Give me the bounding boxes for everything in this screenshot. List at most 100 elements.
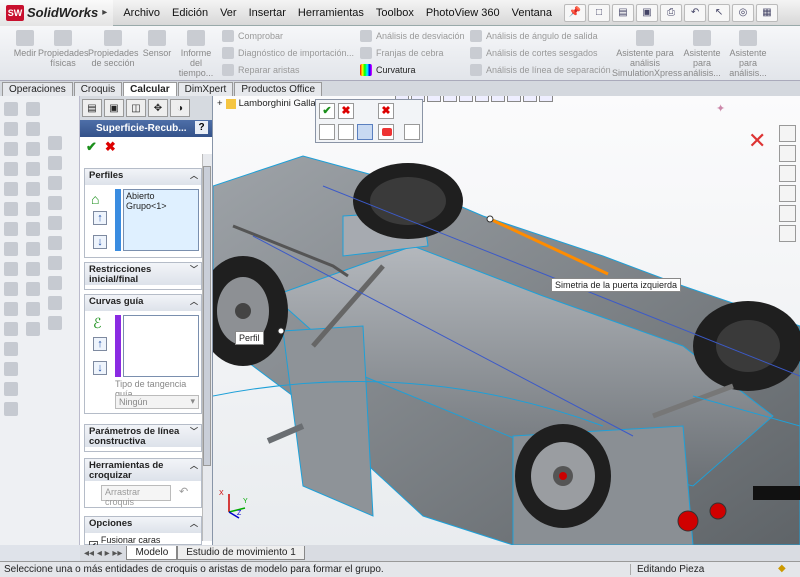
tab-modelo[interactable]: Modelo xyxy=(126,546,178,560)
curvas-list[interactable] xyxy=(123,315,199,377)
collapse-icon[interactable]: ︿ xyxy=(190,461,198,471)
custom-properties-icon[interactable] xyxy=(779,225,796,242)
home-icon[interactable] xyxy=(779,125,796,142)
tab-dimxpert[interactable]: DimXpert xyxy=(177,82,234,96)
tool-icon[interactable] xyxy=(48,256,62,270)
tab-scroll-arrows-icon[interactable]: ◂◂ ◂ ▸ ▸▸ xyxy=(80,548,126,559)
group-header-perfiles[interactable]: Perfiles ︿ xyxy=(85,169,201,185)
curve-tool-icon[interactable] xyxy=(338,124,354,140)
chevron-right-icon[interactable]: ▸ xyxy=(102,7,107,18)
analysis-wizard-button-1[interactable]: Asistente para análisis... xyxy=(678,30,726,78)
tool-icon[interactable] xyxy=(4,122,18,136)
tag-icon[interactable]: ◆ xyxy=(778,563,786,574)
tool-icon[interactable] xyxy=(48,156,62,170)
collapse-icon[interactable]: ︿ xyxy=(190,519,198,529)
arrastrar-croquis-button[interactable]: Arrastrar croquis xyxy=(101,485,171,507)
tab-motion-study[interactable]: Estudio de movimiento 1 xyxy=(177,546,305,560)
menu-edicion[interactable]: Edición xyxy=(166,7,214,19)
tool-icon[interactable] xyxy=(4,222,18,236)
undo-icon[interactable]: ↶ xyxy=(179,485,188,498)
tool-icon[interactable] xyxy=(48,316,62,330)
previous-view-icon[interactable] xyxy=(427,96,441,102)
section-properties-button[interactable]: Propiedades de sección xyxy=(88,30,139,68)
rectangle-tool-icon[interactable] xyxy=(319,124,335,140)
section-view-icon[interactable] xyxy=(443,96,457,102)
group-header-parametros[interactable]: Parámetros de línea constructiva ﹀ xyxy=(85,425,201,447)
tool-icon[interactable] xyxy=(26,182,40,196)
stop-tool-icon[interactable] xyxy=(378,124,394,140)
group-header-opciones[interactable]: Opciones ︿ xyxy=(85,517,201,533)
tool-icon[interactable] xyxy=(26,202,40,216)
ok-icon[interactable]: ✔ xyxy=(319,103,335,119)
options-icon[interactable]: ▦ xyxy=(756,3,779,22)
tool-icon[interactable] xyxy=(4,362,18,376)
perfiles-list[interactable]: Abierto Grupo<1> xyxy=(123,189,199,251)
menu-photoview[interactable]: PhotoView 360 xyxy=(420,7,506,19)
expand-icon[interactable]: ﹀ xyxy=(190,427,198,437)
tool-icon[interactable] xyxy=(26,322,40,336)
select-icon[interactable]: ↖ xyxy=(708,3,731,22)
simulationxpress-button[interactable]: Asistente para análisis SimulationXpress xyxy=(612,30,682,78)
tool-icon[interactable] xyxy=(4,102,18,116)
library-icon[interactable] xyxy=(779,145,796,162)
performance-report-button[interactable]: Informe del tiempo... xyxy=(174,30,218,78)
tool-icon[interactable] xyxy=(26,122,40,136)
tool-icon[interactable] xyxy=(48,136,62,150)
undo-icon[interactable]: ↶ xyxy=(684,3,707,22)
undercut-analysis-button[interactable]: Análisis de cortes sesgados xyxy=(470,47,598,59)
select-tool-icon[interactable] xyxy=(357,124,373,140)
appearance-icon[interactable] xyxy=(507,96,521,102)
menu-herramientas[interactable]: Herramientas xyxy=(292,7,370,19)
tool-icon[interactable] xyxy=(48,276,62,290)
tool-icon[interactable] xyxy=(26,162,40,176)
tool-icon[interactable] xyxy=(4,282,18,296)
tool-icon[interactable] xyxy=(26,222,40,236)
move-up-button[interactable]: ↑ xyxy=(93,211,107,225)
cancel-icon[interactable]: ✖ xyxy=(338,103,354,119)
appearances-icon[interactable] xyxy=(779,205,796,222)
menu-ventana[interactable]: Ventana xyxy=(506,7,558,19)
open-file-icon[interactable]: ▤ xyxy=(612,3,635,22)
menu-toolbox[interactable]: Toolbox xyxy=(370,7,420,19)
hide-show-icon[interactable] xyxy=(491,96,505,102)
deviation-analysis-button[interactable]: Análisis de desviación xyxy=(360,30,465,42)
tangency-select[interactable]: Ningún ▾ xyxy=(115,395,199,409)
print-icon[interactable]: ⎙ xyxy=(660,3,683,22)
group-header-curvas[interactable]: Curvas guía ︿ xyxy=(85,295,201,311)
move-up-button[interactable]: ↑ xyxy=(93,337,107,351)
tool-icon[interactable] xyxy=(26,282,40,296)
scene-icon[interactable] xyxy=(523,96,537,102)
tool-icon[interactable] xyxy=(4,202,18,216)
scrollbar-thumb[interactable] xyxy=(203,166,211,466)
tool-icon[interactable] xyxy=(4,402,18,416)
zebra-stripes-button[interactable]: Franjas de cebra xyxy=(360,47,444,59)
menu-archivo[interactable]: Archivo xyxy=(117,7,166,19)
graphics-area[interactable]: + Lamborghini Gallardo ✔ ✖ ✖ ✕ ✦ Simetri… xyxy=(213,96,800,545)
menu-ver[interactable]: Ver xyxy=(214,7,243,19)
view-palette-icon[interactable] xyxy=(779,185,796,202)
app-logo[interactable]: SW SolidWorks ▸ xyxy=(0,0,114,26)
tool-icon[interactable] xyxy=(4,142,18,156)
move-down-button[interactable]: ↓ xyxy=(93,235,107,249)
tab-calcular[interactable]: Calcular xyxy=(123,82,177,96)
rebuild-icon[interactable]: ◎ xyxy=(732,3,755,22)
help-button[interactable]: ? xyxy=(195,121,208,134)
feature-manager-tab-icon[interactable]: ▤ xyxy=(82,99,102,117)
file-explorer-icon[interactable] xyxy=(779,165,796,182)
tool-icon[interactable] xyxy=(4,242,18,256)
tool-icon[interactable] xyxy=(26,302,40,316)
tool-icon[interactable] xyxy=(4,382,18,396)
tool-icon[interactable] xyxy=(4,302,18,316)
ok-icon[interactable]: ✔ xyxy=(86,139,97,155)
display-style-icon[interactable] xyxy=(475,96,489,102)
tool-icon[interactable] xyxy=(26,142,40,156)
repair-edges-button[interactable]: Reparar aristas xyxy=(222,64,300,76)
group-header-herramientas[interactable]: Herramientas de croquizar ︿ xyxy=(85,459,201,481)
panel-scrollbar[interactable] xyxy=(202,154,212,541)
parting-line-analysis-button[interactable]: Análisis de línea de separación xyxy=(470,64,611,76)
view-settings-icon[interactable] xyxy=(539,96,553,102)
view-orientation-icon[interactable] xyxy=(459,96,473,102)
analysis-wizard-button-2[interactable]: Asistente para análisis... xyxy=(726,30,770,78)
tool-icon[interactable] xyxy=(48,236,62,250)
tool-icon[interactable] xyxy=(4,162,18,176)
